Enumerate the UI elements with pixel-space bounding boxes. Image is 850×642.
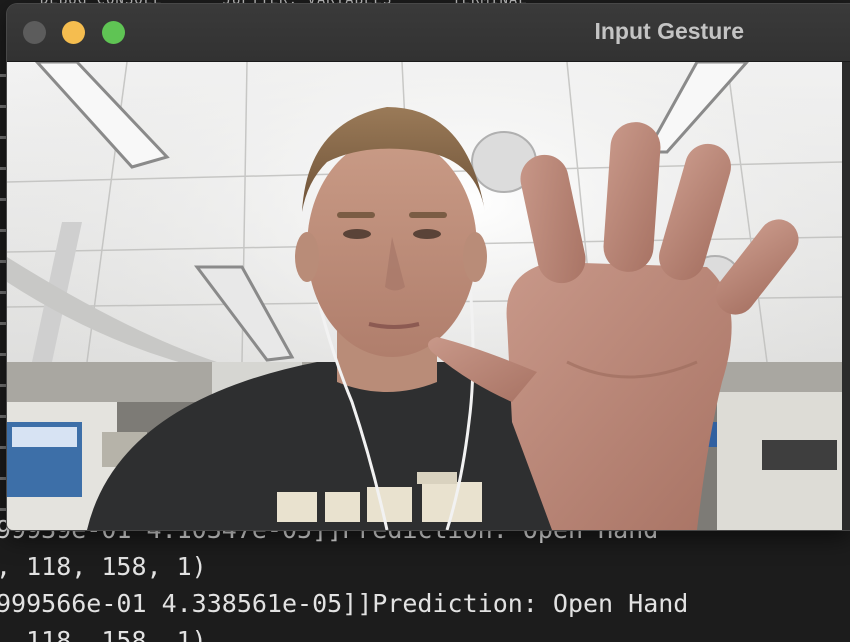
- terminal-line: , 118, 158, 1): [0, 626, 207, 642]
- webcam-feed: [7, 62, 842, 530]
- terminal-line: , 118, 158, 1): [0, 552, 207, 581]
- camera-image: [7, 62, 842, 530]
- input-gesture-window[interactable]: Input Gesture: [7, 4, 850, 530]
- zoom-button[interactable]: [102, 21, 125, 44]
- terminal-line: 999566e-01 4.338561e-05]]Prediction: Ope…: [0, 589, 689, 618]
- desktop: DEBUG CONSOLE JUPYTER: VARIABLES TERMINA…: [0, 0, 850, 642]
- window-title: Input Gesture: [594, 18, 744, 44]
- terminal-text-fragments: [0, 60, 7, 530]
- close-button[interactable]: [23, 21, 46, 44]
- window-titlebar[interactable]: Input Gesture: [7, 4, 850, 62]
- minimize-button[interactable]: [62, 21, 85, 44]
